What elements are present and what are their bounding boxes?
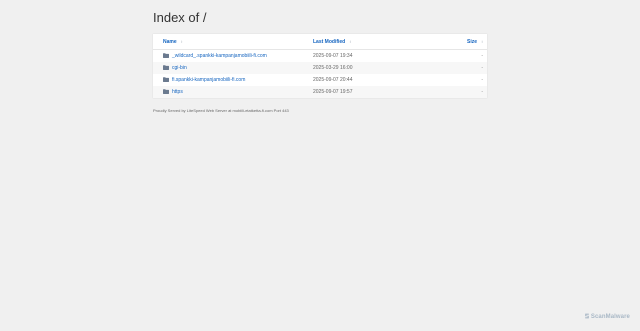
sort-by-name-link[interactable]: Name <box>163 39 177 45</box>
sort-by-modified-link[interactable]: Last Modified <box>313 39 345 45</box>
entry-modified: 2025-09-07 20:44 <box>313 77 353 83</box>
entry-link[interactable]: cgi-bin <box>172 62 187 74</box>
folder-icon <box>163 53 169 58</box>
table-row: _wildcard_.spankki-kampanjamobiili-fi.co… <box>153 50 487 62</box>
entry-size: - <box>481 89 483 95</box>
table-row: fi.spankki-kampanjamobiili-fi.com 2025-0… <box>153 74 487 86</box>
sort-arrow-icon: ↕ <box>180 39 183 44</box>
table-row: https 2025-09-07 19:57 - <box>153 86 487 98</box>
table-row: cgi-bin 2025-03-29 16:00 - <box>153 62 487 74</box>
entry-modified: 2025-09-07 19:34 <box>313 53 353 59</box>
entry-link[interactable]: fi.spankki-kampanjamobiili-fi.com <box>172 74 245 86</box>
scanmalware-watermark: ScanMalware <box>584 313 630 320</box>
size-column-header[interactable]: Size ↕ <box>467 34 483 50</box>
entry-modified: 2025-03-29 16:00 <box>313 65 353 71</box>
entry-link[interactable]: _wildcard_.spankki-kampanjamobiili-fi.co… <box>172 50 267 62</box>
folder-icon <box>163 89 169 94</box>
folder-icon <box>163 65 169 70</box>
watermark-text: ScanMalware <box>590 314 630 320</box>
sort-arrow-icon: ↕ <box>349 39 352 44</box>
scanmalware-logo-icon <box>585 313 589 319</box>
entry-size: - <box>481 53 483 59</box>
listing-header: Name ↕ Last Modified ↕ Size ↕ <box>153 34 487 50</box>
modified-column-header[interactable]: Last Modified ↕ <box>313 34 351 50</box>
entry-size: - <box>481 65 483 71</box>
directory-listing: Name ↕ Last Modified ↕ Size ↕ _wildcard_.sp… <box>153 34 487 98</box>
page-title: Index of / <box>153 10 207 25</box>
entry-size: - <box>481 77 483 83</box>
folder-icon <box>163 77 169 82</box>
entry-modified: 2025-09-07 19:57 <box>313 89 353 95</box>
name-column-header[interactable]: Name ↕ <box>163 34 183 50</box>
sort-arrow-icon: ↕ <box>481 39 483 44</box>
sort-by-size-link[interactable]: Size <box>467 39 477 45</box>
server-footer: Proudly Served by LiteSpeed Web Server a… <box>153 108 289 113</box>
entry-link[interactable]: https <box>172 86 183 98</box>
